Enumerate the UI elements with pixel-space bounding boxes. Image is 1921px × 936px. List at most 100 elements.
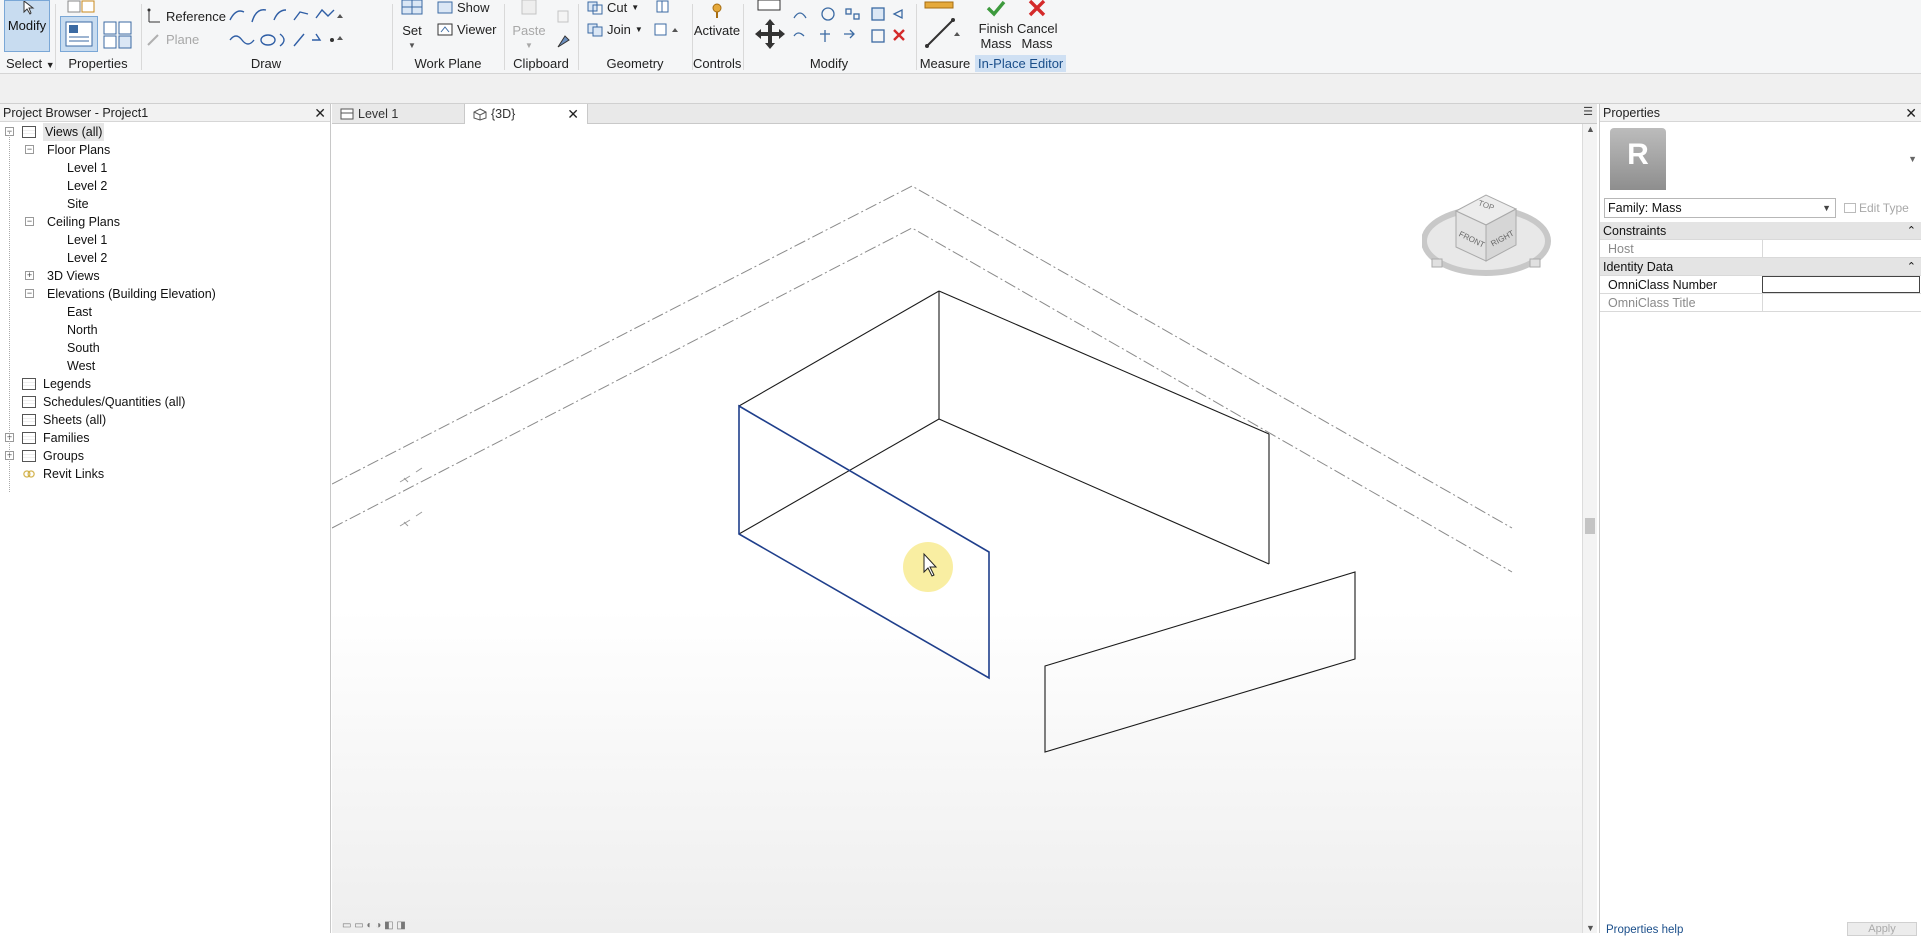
close-icon[interactable]: ✕	[314, 104, 326, 122]
collapse-icon[interactable]: −	[25, 217, 34, 226]
controls-panel-label: Controls	[693, 56, 742, 71]
edit-type-button[interactable]: Edit Type	[1844, 198, 1918, 218]
measure-ruler-icon[interactable]	[923, 0, 957, 12]
copy-icon[interactable]	[555, 10, 571, 24]
lower-profile[interactable]	[1044, 571, 1356, 753]
viewcube-graphic	[1421, 194, 1551, 276]
viewer-label: Viewer	[457, 22, 497, 37]
browser-item-label: East	[67, 305, 93, 319]
properties-button[interactable]	[60, 16, 98, 52]
draw-panel-label: Draw	[250, 56, 282, 71]
cancel-mass-button[interactable]: Cancel Mass	[1017, 0, 1057, 51]
apply-button[interactable]: Apply	[1847, 922, 1917, 936]
mass-label: Mass	[1021, 36, 1053, 51]
close-icon[interactable]: ✕	[1905, 104, 1917, 122]
browser-item-label: Floor Plans	[47, 143, 111, 157]
set-label: Set	[402, 23, 422, 38]
in-place-editor-panel: Finish Mass Cancel Mass In-Place Editor	[975, 0, 1067, 74]
property-group-header[interactable]: Constraints ⌃	[1600, 222, 1921, 240]
sheets-icon	[22, 414, 36, 426]
split-face-icon[interactable]	[655, 0, 671, 14]
modify-tools-icon[interactable]	[792, 6, 908, 52]
property-value-field[interactable]	[1762, 240, 1920, 257]
cut-button[interactable]: Cut ▼	[587, 0, 639, 15]
property-group-header[interactable]: Identity Data ⌃	[1600, 258, 1921, 276]
work-plane-panel: Set ▼ Show Viewer Work Plane	[393, 0, 503, 74]
clipboard-panel-label: Clipboard	[513, 56, 569, 71]
align-icon[interactable]	[756, 0, 782, 12]
view-control-bar[interactable]: ▭ ▭ ◐ ◑ ◧ ◨	[342, 920, 582, 933]
work-plane-viewer-button[interactable]: Viewer	[437, 22, 497, 37]
dimension-icon[interactable]	[923, 16, 963, 50]
profile-line[interactable]	[738, 418, 940, 535]
wall-joins-icon[interactable]	[653, 22, 683, 38]
finish-mass-button[interactable]: Finish Mass	[977, 0, 1015, 51]
set-work-plane-button[interactable]: Set ▼	[399, 0, 425, 53]
browser-item-label: Level 2	[67, 251, 108, 265]
type-selector[interactable]: Family: Mass ▼	[1604, 198, 1836, 218]
reference-plane-button[interactable]: Reference	[146, 8, 226, 24]
vertical-scrollbar[interactable]: ▲ ▼	[1582, 124, 1597, 933]
modify-label: Modify	[7, 18, 47, 33]
expand-caret-icon[interactable]: ▼	[1908, 154, 1917, 164]
project-browser: Project Browser - Project1 ✕ − Views (all…	[0, 104, 331, 933]
properties-icon	[65, 21, 93, 47]
browser-item-label: Level 2	[67, 179, 108, 193]
revit-links-icon	[22, 468, 36, 480]
scroll-down-arrow-icon[interactable]: ▼	[1586, 923, 1595, 933]
activate-button[interactable]: Activate	[693, 0, 741, 38]
expand-icon[interactable]: +	[25, 271, 34, 280]
join-geometry-icon	[587, 23, 603, 36]
tab-label: Level 1	[358, 107, 399, 121]
scroll-up-arrow-icon[interactable]: ▲	[1586, 124, 1595, 134]
edit-type-icon	[1844, 203, 1856, 213]
tab-level-1[interactable]: Level 1	[332, 104, 464, 124]
collapse-icon[interactable]: −	[25, 145, 34, 154]
drawing-area-3d[interactable]: TOP FRONT RIGHT ▭ ▭ ◐ ◑ ◧ ◨	[332, 124, 1582, 933]
mass-profile-lines	[738, 290, 1270, 565]
modify-button[interactable]: Modify	[4, 0, 50, 52]
family-types-icon[interactable]	[66, 0, 96, 14]
collapse-icon[interactable]: −	[25, 289, 34, 298]
selected-face[interactable]	[738, 404, 990, 680]
type-properties-icon[interactable]	[102, 20, 134, 50]
scroll-thumb[interactable]	[1585, 518, 1595, 534]
join-button[interactable]: Join ▼	[587, 22, 643, 37]
viewcube[interactable]: TOP FRONT RIGHT	[1421, 179, 1552, 289]
profile-line[interactable]	[938, 290, 1270, 435]
property-value-field[interactable]	[1762, 276, 1920, 293]
property-value-field[interactable]	[1762, 294, 1920, 311]
match-properties-icon[interactable]	[555, 32, 573, 50]
dropdown-arrow-icon: ▼	[634, 25, 643, 34]
tab-3d[interactable]: {3D} ✕	[464, 104, 588, 124]
plane-end-marker-icon[interactable]	[399, 467, 423, 483]
dropdown-arrow-icon: ▼	[631, 3, 640, 12]
viewer-icon	[437, 23, 453, 35]
draw-tools-icon[interactable]	[228, 2, 346, 48]
reference-plane-line[interactable]	[332, 227, 1513, 573]
plane-button[interactable]: Plane	[146, 32, 199, 47]
move-icon[interactable]	[754, 18, 786, 50]
plane-end-marker-icon[interactable]	[399, 511, 423, 527]
profile-line[interactable]	[738, 290, 940, 407]
show-work-plane-button[interactable]: Show	[437, 0, 490, 15]
select-dropdown[interactable]: Select ▼	[6, 56, 55, 71]
tabs-menu-icon[interactable]: ☰	[1583, 105, 1593, 118]
profile-line[interactable]	[938, 418, 1270, 565]
browser-item-label: Legends	[43, 377, 91, 391]
reference-line-icon	[147, 8, 160, 23]
family-preview-icon: R	[1610, 128, 1666, 190]
collapse-chevron-icon[interactable]: ⌃	[1907, 222, 1916, 240]
properties-title: Properties	[1603, 106, 1660, 120]
measure-panel: Measure	[917, 0, 973, 74]
property-group-label: Constraints	[1603, 224, 1667, 238]
reference-plane-line[interactable]	[332, 185, 1513, 529]
close-icon[interactable]: ✕	[567, 104, 579, 124]
groups-icon	[22, 450, 36, 462]
paste-button[interactable]: Paste ▼	[511, 0, 547, 53]
collapse-chevron-icon[interactable]: ⌃	[1907, 258, 1916, 276]
cut-geometry-icon	[587, 1, 603, 14]
properties-help-link[interactable]: Properties help	[1606, 924, 1683, 936]
dropdown-arrow-icon: ▼	[45, 60, 55, 70]
geometry-panel-label: Geometry	[606, 56, 664, 71]
